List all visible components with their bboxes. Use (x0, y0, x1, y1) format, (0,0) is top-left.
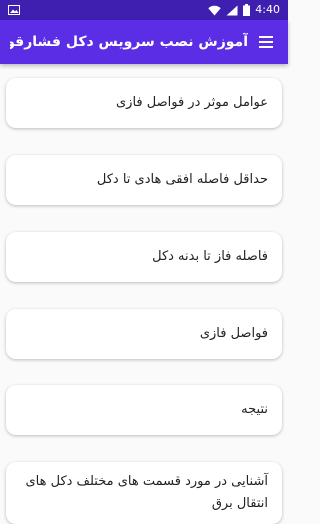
list-item-label: نتیجه (241, 402, 268, 417)
app-bar: آموزش نصب سرویس دکل فشارقوی (0, 20, 288, 64)
signal-icon (226, 5, 238, 15)
list-item[interactable]: فاصله فاز تا بدنه دکل (6, 232, 282, 282)
list-item-label: فواصل فازی (199, 326, 268, 341)
list-item[interactable]: حداقل فاصله افقی هادی تا دکل (6, 155, 282, 205)
hamburger-menu-icon[interactable] (258, 34, 274, 50)
list-item-label: فاصله فاز تا بدنه دکل (152, 249, 268, 264)
list-item[interactable]: نتیجه (6, 385, 282, 435)
battery-icon (243, 4, 251, 16)
list-item[interactable]: آشنایی در مورد قسمت های مختلف دکل های ان… (6, 462, 282, 524)
image-icon (8, 5, 20, 15)
wifi-icon (208, 5, 221, 15)
status-time: 4:40 (255, 3, 280, 16)
status-bar: 4:40 (0, 0, 288, 20)
list-item-label: حداقل فاصله افقی هادی تا دکل (96, 172, 268, 187)
list-item-label: عوامل موثر در فواصل فازی (115, 95, 268, 110)
list-item-label: آشنایی در مورد قسمت های مختلف دکل های ان… (25, 474, 268, 511)
list-item[interactable]: فواصل فازی (6, 309, 282, 359)
list-item[interactable]: عوامل موثر در فواصل فازی (6, 78, 282, 128)
app-title: آموزش نصب سرویس دکل فشارقوی (10, 34, 248, 50)
